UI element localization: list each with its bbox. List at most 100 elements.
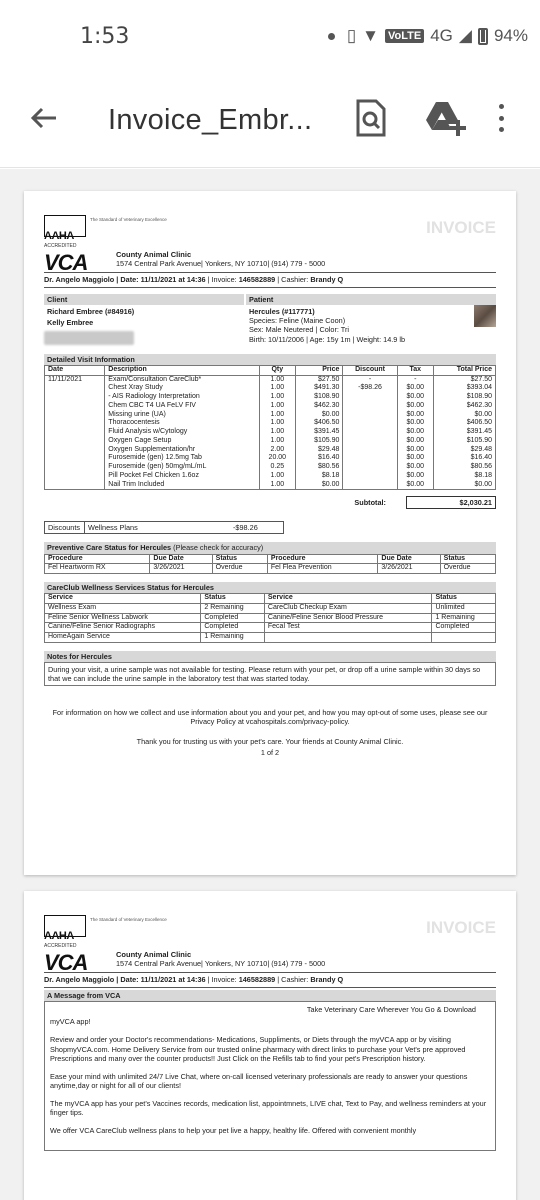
- pdf-page-2: AAHA ACCREDITED The Standard of Veterina…: [24, 891, 516, 1200]
- table-cell: [342, 480, 398, 491]
- table-cell: [43, 401, 106, 411]
- column-header: Discount: [342, 364, 398, 376]
- table-cell: $16.40: [432, 454, 497, 464]
- table-cell: $406.50: [432, 419, 497, 429]
- table-cell: Fluid Analysis w/Cytology: [104, 428, 260, 437]
- table-cell: $8.18: [294, 471, 344, 481]
- table-cell: $391.45: [432, 428, 497, 437]
- table-cell: CareClub Checkup Exam: [263, 602, 433, 614]
- table-cell: 20.00: [258, 454, 296, 464]
- document-title: Invoice_Embr...: [108, 104, 313, 136]
- column-header: Status: [431, 593, 496, 604]
- table-cell: 3/26/2021: [149, 563, 213, 575]
- column-header: Qty: [258, 364, 296, 376]
- table-cell: [342, 463, 398, 472]
- redacted-field: [44, 331, 134, 346]
- table-cell: Overdue: [439, 563, 497, 575]
- table-cell: Canine/Feline Senior Blood Pressure: [263, 612, 433, 624]
- status-bar: 1:53 ▯ ▼ VoLTE 4G ◢ 94%: [0, 0, 540, 72]
- message-p1: Review and order your Doctor's recommend…: [50, 1035, 466, 1063]
- add-to-drive-icon[interactable]: [424, 98, 468, 138]
- table-cell: 1.00: [258, 480, 296, 491]
- more-options-icon[interactable]: [494, 100, 508, 136]
- column-header: Procedure: [43, 553, 151, 565]
- table-cell: Fel Flea Prevention: [266, 563, 379, 575]
- table-cell: $462.30: [432, 401, 497, 411]
- table-cell: [342, 454, 398, 464]
- detailed-visit-header: Detailed Visit Information: [44, 353, 496, 365]
- table-cell: $0.00: [396, 410, 434, 420]
- table-cell: [431, 632, 496, 643]
- pdf-viewer[interactable]: AAHA ACCREDITED The Standard of Veterina…: [0, 169, 540, 1200]
- table-row: Missing urine (UA) 1.00 $0.00 $0.00 $0.00: [43, 410, 497, 420]
- careclub-header: CareClub Wellness Services Status for He…: [44, 582, 496, 594]
- table-cell: $29.48: [294, 445, 344, 455]
- subtotal-label: Subtotal:: [354, 498, 386, 508]
- table-cell: $27.50: [432, 375, 497, 385]
- table-cell: 11/11/2021: [43, 375, 106, 385]
- column-header: Description: [104, 364, 260, 376]
- table-cell: Pill Pocket Fel Chicken 1.6oz: [104, 471, 260, 481]
- table-cell: 2.00: [258, 445, 296, 455]
- subtotal-row: Subtotal: $2,030.21: [44, 496, 496, 510]
- table-cell: Thoracocentesis: [104, 419, 260, 429]
- table-cell: $391.45: [294, 428, 344, 437]
- aaha-standard: The Standard of Veterinary Excellence: [90, 217, 167, 222]
- table-cell: $406.50: [294, 419, 344, 429]
- patient-birth: Birth: 10/11/2006 | Age: 15y 1m | Weight…: [249, 334, 406, 344]
- column-header: Price: [294, 364, 344, 376]
- table-cell: 2 Remaining: [200, 602, 265, 614]
- network-label: 4G: [430, 26, 453, 45]
- status-icons: ▯ ▼ VoLTE 4G ◢ 94%: [327, 26, 528, 46]
- table-row: Wellness Exam 2 Remaining CareClub Checkup…: [43, 602, 496, 614]
- table-cell: $80.56: [432, 463, 497, 472]
- table-cell: $105.90: [294, 436, 344, 446]
- table-cell: [342, 471, 398, 481]
- table-cell: [342, 428, 398, 437]
- table-cell: $0.00: [396, 480, 434, 491]
- table-cell: Chest Xray Study: [104, 384, 260, 394]
- table-cell: Chem CBC T4 UA FeLV FIV: [104, 401, 260, 411]
- volte-badge: VoLTE: [385, 29, 425, 43]
- privacy-notice: For information on how we collect and us…: [52, 708, 488, 727]
- table-cell: [43, 463, 106, 472]
- table-cell: Oxygen Supplementation/hr: [104, 445, 260, 455]
- table-cell: 1.00: [258, 471, 296, 481]
- invoice-watermark-2: INVOICE: [426, 918, 496, 937]
- table-row: Oxygen Cage Setup 1.00 $105.90 $0.00 $105.90: [43, 436, 497, 446]
- table-cell: 1.00: [258, 401, 296, 411]
- table-cell: $0.00: [396, 454, 434, 464]
- careclub-table: Service Status Service Status Wellness Exam…: [43, 593, 496, 643]
- message-p3: The myVCA app has your pet's Vaccines re…: [50, 1098, 487, 1118]
- table-cell: Nail Trim Included: [104, 480, 260, 491]
- table-row: Oxygen Supplementation/hr 2.00 $29.48 $0.00…: [43, 445, 497, 455]
- table-cell: Overdue: [211, 563, 268, 575]
- table-cell: $0.00: [396, 471, 434, 481]
- table-row: Canine/Feline Senior Radiographs Complete…: [43, 622, 496, 634]
- table-cell: 1.00: [258, 428, 296, 437]
- column-header: Status: [200, 593, 265, 604]
- table-cell: $8.18: [432, 471, 497, 481]
- table-row: - AIS Radiology Interpretation 1.00 $108.9…: [43, 393, 497, 402]
- table-cell: Furosemide (gen) 12.5mg Tab: [104, 454, 260, 464]
- table-cell: $0.00: [294, 410, 344, 420]
- table-cell: [43, 436, 106, 446]
- table-cell: 1.00: [258, 410, 296, 420]
- table-cell: Oxygen Cage Setup: [104, 436, 260, 446]
- table-cell: Exam/Consultation CareClub*: [104, 375, 260, 385]
- search-document-icon[interactable]: [352, 98, 388, 138]
- discounts-row: Discounts Wellness Plans -$98.26: [44, 521, 284, 535]
- message-p2: Ease your mind with unlimited 24/7 Live …: [50, 1071, 468, 1090]
- client-name: Richard Embree (#84916): [47, 307, 135, 317]
- table-cell: [43, 410, 106, 420]
- table-cell: $491.30: [294, 384, 344, 394]
- pdf-page-1: AAHA ACCREDITED The Standard of Veterina…: [24, 191, 516, 875]
- table-row: Fluid Analysis w/Cytology 1.00 $391.45 $0.0…: [43, 428, 497, 437]
- message-tagline: Take Veterinary Care Wherever You Go & D…: [306, 1005, 476, 1015]
- table-row: Nail Trim Included 1.00 $0.00 $0.00 $0.00: [43, 480, 497, 491]
- table-cell: [43, 419, 106, 429]
- table-cell: HomeAgain Service: [43, 632, 202, 643]
- table-cell: $0.00: [432, 410, 497, 420]
- table-cell: $108.90: [432, 393, 497, 402]
- back-arrow-icon[interactable]: [26, 100, 62, 136]
